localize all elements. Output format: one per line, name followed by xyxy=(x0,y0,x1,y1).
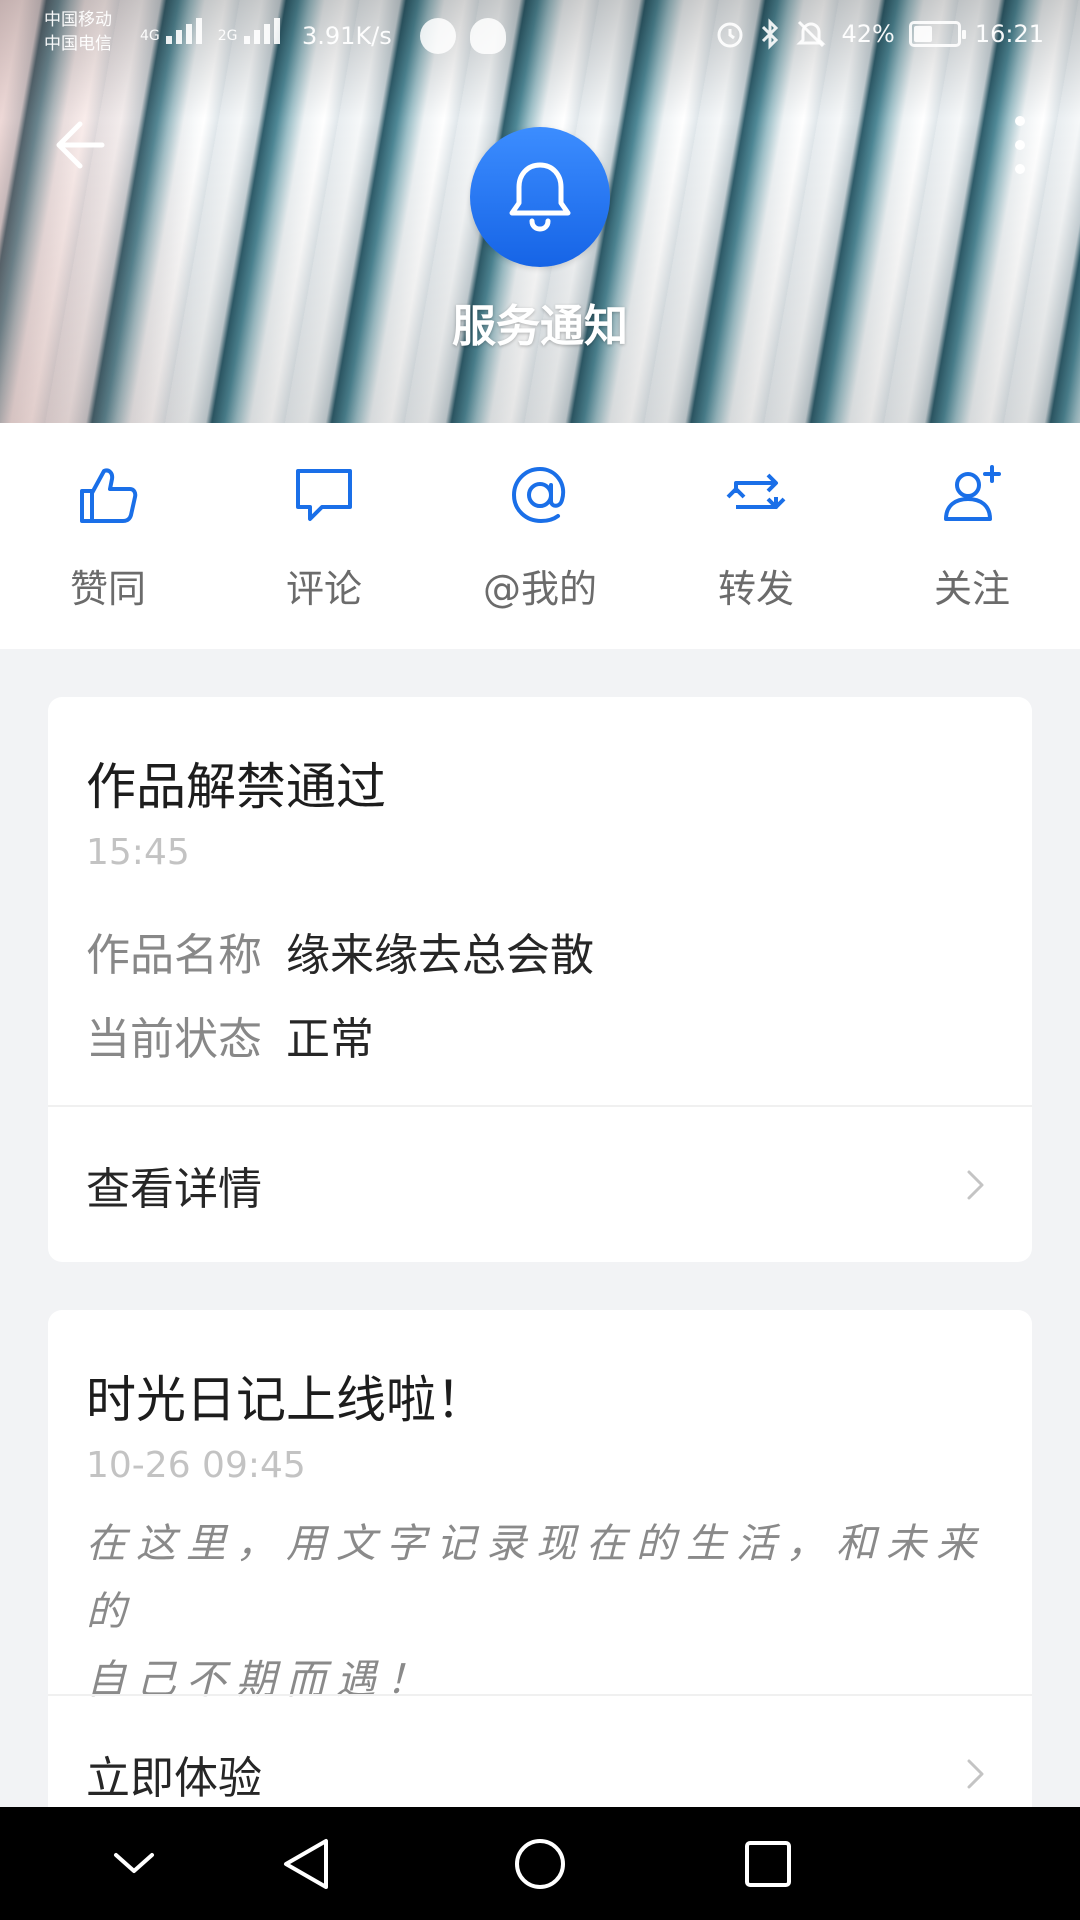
action-label: 立即体验 xyxy=(86,1753,262,1804)
carrier-1: 中国移动 xyxy=(44,10,112,30)
field-key: 作品名称 xyxy=(86,930,262,981)
service-avatar xyxy=(470,127,610,267)
net-type-2: 2G xyxy=(217,28,238,44)
nav-recents-button[interactable] xyxy=(728,1827,808,1901)
field-row: 作品名称 缘来缘去总会散 xyxy=(86,919,594,983)
view-details-button[interactable]: 查看详情 xyxy=(48,1107,1032,1262)
chevron-right-icon xyxy=(967,1170,984,1200)
shortcut-label: 赞同 xyxy=(69,567,146,611)
circle-home-icon xyxy=(515,1839,565,1889)
comment-icon xyxy=(296,469,352,521)
page-title: 服务通知 xyxy=(452,301,628,352)
chevron-down-icon xyxy=(114,1853,154,1873)
nav-collapse-button[interactable] xyxy=(94,1827,174,1901)
net-speed: 3.91K/s xyxy=(302,22,392,50)
carrier-labels: 中国移动 中国电信 xyxy=(44,8,112,56)
notification-title: 作品解禁通过 xyxy=(86,758,386,816)
notification-title: 时光日记上线啦！ xyxy=(86,1371,486,1429)
nav-home-button[interactable] xyxy=(500,1827,580,1901)
screen: 中国移动 中国电信 4G 2G 3.91K/s 42% 16:21 服务通知 赞… xyxy=(0,0,1080,1920)
notification-time: 15:45 xyxy=(86,832,190,873)
thumbs-up-icon xyxy=(80,468,138,523)
carrier-2: 中国电信 xyxy=(44,34,112,54)
notification-card: 时光日记上线啦！ 10-26 09:45 在这里，用文字记录现在的生活，和未来的… xyxy=(48,1310,1032,1830)
alarm-icon xyxy=(717,22,743,48)
shortcut-label: 关注 xyxy=(933,567,1010,611)
status-right: 42% 16:21 xyxy=(715,18,1044,50)
back-arrow-icon xyxy=(56,121,105,169)
field-value: 缘来缘去总会散 xyxy=(286,930,594,981)
qq-icon xyxy=(470,18,506,54)
shortcut-mentions[interactable]: @我的 xyxy=(432,423,648,649)
net-type-1: 4G xyxy=(140,28,160,44)
more-vertical-icon xyxy=(1015,116,1025,174)
square-recents-icon xyxy=(745,1841,791,1887)
repost-icon xyxy=(726,473,786,509)
shortcut-likes[interactable]: 赞同 xyxy=(0,423,216,649)
add-user-icon xyxy=(944,465,1001,521)
more-options-button[interactable] xyxy=(1000,112,1040,178)
shortcut-follows[interactable]: 关注 xyxy=(864,423,1080,649)
shortcut-reposts[interactable]: 转发 xyxy=(648,423,864,649)
mute-icon xyxy=(796,20,827,48)
action-label: 查看详情 xyxy=(86,1164,262,1215)
battery-icon xyxy=(908,21,966,47)
back-button[interactable] xyxy=(52,115,112,175)
bell-icon xyxy=(509,162,571,232)
notification-app-icons xyxy=(420,18,506,54)
notification-time: 10-26 09:45 xyxy=(86,1445,306,1486)
notification-card: 作品解禁通过 15:45 作品名称 缘来缘去总会散 当前状态 正常 查看详情 xyxy=(48,697,1032,1262)
field-row: 当前状态 正常 xyxy=(86,1003,374,1067)
notification-description: 在这里，用文字记录现在的生活，和未来的 自己不期而遇！ xyxy=(86,1510,986,1714)
chevron-right-icon xyxy=(967,1759,984,1789)
field-value: 正常 xyxy=(286,1014,374,1065)
shortcut-label: 评论 xyxy=(285,567,362,611)
shortcut-bar: 赞同 评论 @我的 转发 关注 xyxy=(0,423,1080,649)
shortcut-label: 转发 xyxy=(717,567,794,611)
status-bar: 中国移动 中国电信 4G 2G 3.91K/s 42% 16:21 xyxy=(0,0,1080,70)
nav-back-button[interactable] xyxy=(268,1827,348,1901)
app-notification-icon xyxy=(420,18,456,54)
field-key: 当前状态 xyxy=(86,1014,262,1065)
triangle-back-icon xyxy=(284,1839,328,1889)
description-line: 在这里，用文字记录现在的生活，和未来的 xyxy=(86,1521,986,1635)
clock: 16:21 xyxy=(974,20,1044,48)
battery-percent: 42% xyxy=(841,20,895,48)
shortcut-label: @我的 xyxy=(482,567,597,611)
bluetooth-icon xyxy=(762,18,779,50)
signal-icon: 4G 2G xyxy=(140,18,280,44)
shortcut-comments[interactable]: 评论 xyxy=(216,423,432,649)
at-icon xyxy=(511,466,566,524)
system-nav-bar xyxy=(0,1807,1080,1920)
